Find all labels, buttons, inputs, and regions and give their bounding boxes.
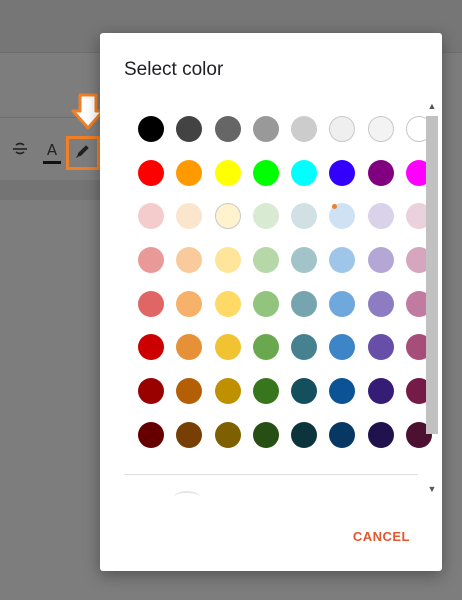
scroll-down-icon[interactable]: ▼ (425, 483, 439, 495)
text-color-button[interactable]: A (43, 143, 61, 165)
color-swatch[interactable] (214, 247, 241, 274)
scrollbar-thumb[interactable] (426, 116, 438, 434)
color-swatch[interactable] (176, 159, 203, 186)
color-swatch[interactable] (329, 290, 356, 317)
color-swatch[interactable] (329, 247, 356, 274)
color-swatch[interactable] (252, 203, 279, 230)
color-swatch[interactable] (138, 334, 164, 361)
color-swatch[interactable] (291, 334, 318, 361)
highlight-color-button[interactable] (66, 136, 100, 170)
color-swatch[interactable] (329, 203, 356, 230)
custom-color-swatch-partial[interactable] (174, 491, 200, 503)
color-swatch[interactable] (367, 247, 394, 274)
color-swatch[interactable] (367, 421, 394, 448)
color-swatch[interactable] (367, 334, 394, 361)
color-swatch[interactable] (291, 203, 318, 230)
color-swatch[interactable] (291, 378, 318, 405)
color-swatch[interactable] (367, 290, 394, 317)
color-swatch[interactable] (214, 334, 241, 361)
color-swatch[interactable] (252, 116, 279, 142)
color-swatch[interactable] (138, 378, 164, 405)
color-swatch[interactable] (252, 247, 279, 274)
dialog-divider (124, 474, 418, 475)
color-swatch[interactable] (252, 290, 279, 317)
text-color-icon: A (46, 141, 58, 159)
cancel-button[interactable]: CANCEL (353, 529, 410, 544)
background-toolbar-strip (0, 180, 110, 200)
color-swatch[interactable] (214, 116, 241, 142)
color-swatch[interactable] (252, 334, 279, 361)
color-swatch[interactable] (176, 378, 203, 405)
color-swatch[interactable] (367, 203, 394, 230)
color-palette (138, 116, 433, 448)
dialog-scrollbar[interactable]: ▲ ▼ (425, 100, 439, 495)
dialog-title: Select color (124, 59, 224, 80)
select-color-dialog: Select color ▲ ▼ CANCEL (100, 33, 442, 571)
color-swatch[interactable] (214, 203, 241, 230)
color-swatch[interactable] (329, 116, 356, 142)
color-swatch[interactable] (367, 159, 394, 186)
color-swatch[interactable] (252, 159, 279, 186)
color-swatch[interactable] (214, 421, 241, 448)
color-swatch[interactable] (329, 334, 356, 361)
color-swatch[interactable] (329, 378, 356, 405)
color-swatch[interactable] (138, 116, 164, 142)
color-swatch[interactable] (291, 290, 318, 317)
color-swatch[interactable] (291, 159, 318, 186)
color-swatch[interactable] (329, 159, 356, 186)
highlighter-icon (74, 142, 92, 165)
color-swatch[interactable] (252, 421, 279, 448)
color-swatch[interactable] (291, 116, 318, 142)
color-swatch[interactable] (291, 247, 318, 274)
color-swatch[interactable] (138, 421, 164, 448)
color-swatch[interactable] (214, 378, 241, 405)
color-swatch[interactable] (329, 421, 356, 448)
color-swatch[interactable] (138, 159, 164, 186)
color-swatch[interactable] (367, 116, 394, 142)
color-swatch[interactable] (176, 247, 203, 274)
scroll-up-icon[interactable]: ▲ (425, 100, 439, 112)
color-swatch[interactable] (214, 159, 241, 186)
color-swatch[interactable] (176, 421, 203, 448)
strikethrough-icon[interactable] (12, 141, 28, 162)
color-swatch[interactable] (291, 421, 318, 448)
color-swatch[interactable] (367, 378, 394, 405)
color-swatch[interactable] (214, 290, 241, 317)
color-swatch[interactable] (176, 290, 203, 317)
color-swatch[interactable] (138, 203, 164, 230)
color-swatch[interactable] (176, 334, 203, 361)
color-swatch[interactable] (138, 247, 164, 274)
color-swatch[interactable] (252, 378, 279, 405)
color-swatch[interactable] (176, 116, 203, 142)
text-color-bar (43, 161, 61, 164)
color-swatch[interactable] (138, 290, 164, 317)
selected-indicator-icon (332, 204, 338, 210)
color-swatch[interactable] (176, 203, 203, 230)
